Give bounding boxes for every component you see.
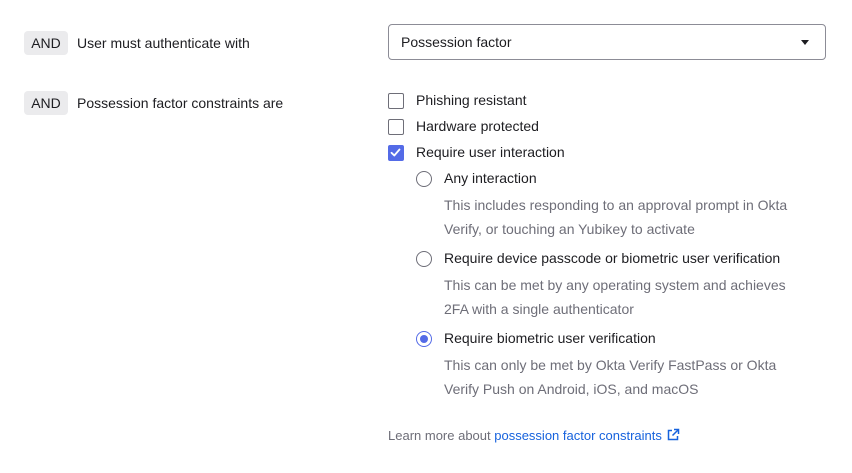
help-line: Verify Push on Android, iOS, and macOS	[444, 381, 699, 397]
radio-any-interaction[interactable]	[416, 171, 432, 187]
row-label-authenticate-with: User must authenticate with	[77, 35, 250, 51]
radio-label-device-passcode-or-biometric: Require device passcode or biometric use…	[444, 250, 781, 266]
checkbox-hardware-protected[interactable]	[388, 119, 404, 135]
external-link-icon	[667, 428, 680, 441]
checkbox-phishing-resistant[interactable]	[388, 93, 404, 109]
authenticator-select[interactable]: Possession factor	[388, 24, 826, 60]
help-line: This can be met by any operating system …	[444, 277, 786, 293]
radio-help-device-passcode-or-biometric: This can be met by any operating system …	[444, 273, 786, 321]
operator-badge: AND	[24, 31, 68, 55]
learn-more-prefix: Learn more about	[388, 428, 495, 443]
help-line: Verify, or touching an Yubikey to activa…	[444, 221, 695, 237]
radio-label-biometric-user-verification: Require biometric user verification	[444, 330, 656, 346]
help-line: 2FA with a single authenticator	[444, 301, 634, 317]
row-label-possession-constraints: Possession factor constraints are	[77, 95, 284, 111]
checkbox-require-user-interaction[interactable]	[388, 145, 404, 161]
caret-down-icon	[801, 40, 809, 45]
learn-more-text: Learn more about possession factor const…	[388, 428, 680, 443]
radio-help-biometric-user-verification: This can only be met by Okta Verify Fast…	[444, 353, 776, 401]
checkbox-label-hardware-protected: Hardware protected	[416, 118, 539, 134]
possession-factor-constraints-link[interactable]: possession factor constraints	[494, 428, 680, 443]
checkmark-icon	[390, 148, 401, 157]
operator-badge: AND	[24, 91, 68, 115]
radio-device-passcode-or-biometric[interactable]	[416, 251, 432, 267]
radio-help-any-interaction: This includes responding to an approval …	[444, 193, 787, 241]
radio-biometric-user-verification[interactable]	[416, 331, 432, 347]
help-line: This includes responding to an approval …	[444, 197, 788, 213]
checkbox-label-phishing-resistant: Phishing resistant	[416, 92, 527, 108]
radio-label-any-interaction: Any interaction	[444, 170, 537, 186]
radio-selected-dot	[419, 334, 428, 343]
checkbox-label-require-user-interaction: Require user interaction	[416, 144, 565, 160]
authenticator-select-value: Possession factor	[401, 34, 512, 50]
link-label: possession factor constraints	[494, 428, 662, 443]
help-line: This can only be met by Okta Verify Fast…	[444, 357, 777, 373]
